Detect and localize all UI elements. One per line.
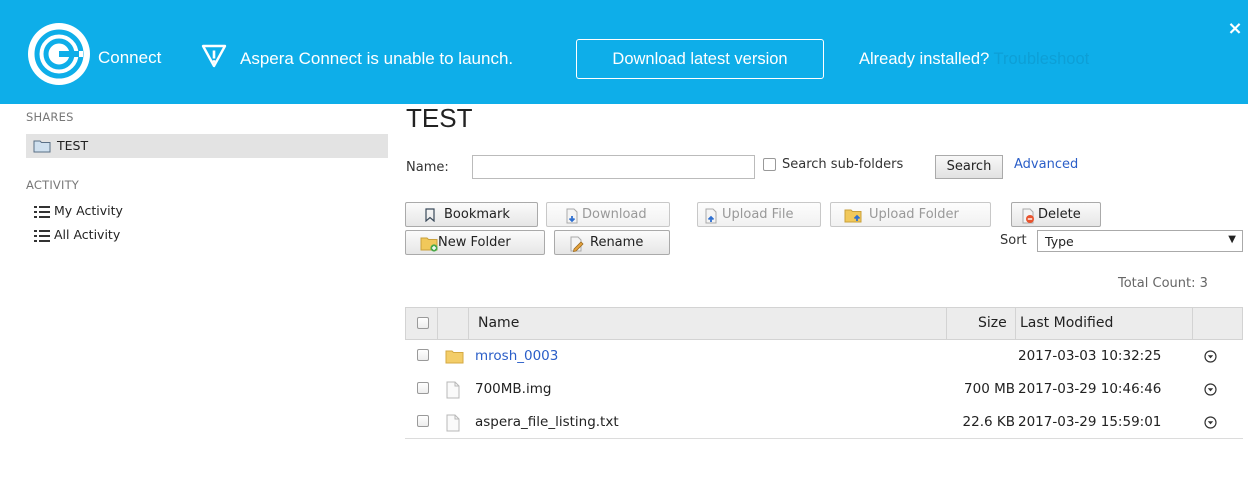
sidebar: SHARES TEST ACTIVITY My Activity All Act…: [0, 104, 390, 480]
file-name[interactable]: 700MB.img: [475, 381, 551, 397]
list-icon: [34, 230, 50, 242]
file-modified: 2017-03-29 15:59:01: [1018, 414, 1162, 430]
column-header-size[interactable]: Size: [978, 308, 1007, 339]
delete-button[interactable]: Delete: [1011, 202, 1101, 227]
bookmark-icon: [425, 208, 435, 222]
sort-value: Type: [1045, 234, 1074, 249]
row-checkbox[interactable]: [417, 382, 429, 394]
folder-icon: [33, 140, 51, 153]
download-label: Download: [582, 207, 647, 222]
activity-heading: ACTIVITY: [26, 178, 80, 192]
troubleshoot-link[interactable]: Troubleshoot: [994, 50, 1090, 68]
rename-button[interactable]: Rename: [554, 230, 670, 255]
search-button[interactable]: Search: [935, 155, 1003, 179]
total-count: Total Count: 3: [1118, 276, 1208, 291]
row-menu-icon[interactable]: [1204, 350, 1217, 363]
row-menu-icon[interactable]: [1204, 416, 1217, 429]
upload-folder-icon: [844, 209, 862, 223]
rename-label: Rename: [590, 235, 644, 250]
file-icon: [446, 414, 460, 432]
brand-name: Connect: [98, 48, 162, 67]
launch-error-message: Aspera Connect is unable to launch.: [240, 49, 514, 68]
column-divider: [1015, 308, 1016, 339]
file-modified: 2017-03-29 10:46:46: [1018, 381, 1162, 397]
column-divider: [437, 308, 438, 339]
table-row[interactable]: mrosh_0003 2017-03-03 10:32:25: [405, 340, 1243, 373]
name-search-input[interactable]: [472, 155, 755, 179]
bookmark-label: Bookmark: [444, 207, 510, 222]
column-divider: [468, 308, 469, 339]
file-icon: [446, 381, 460, 399]
close-banner-icon[interactable]: ×: [1226, 20, 1244, 38]
name-label: Name:: [406, 160, 449, 175]
file-size: 22.6 KB: [962, 414, 1015, 430]
sidebar-item-label: All Activity: [54, 227, 121, 242]
connect-banner: Connect Aspera Connect is unable to laun…: [0, 0, 1248, 104]
table-row[interactable]: 700MB.img 700 MB 2017-03-29 10:46:46: [405, 373, 1243, 406]
row-menu-icon[interactable]: [1204, 383, 1217, 396]
new-folder-label: New Folder: [438, 235, 511, 250]
rename-icon: [570, 236, 584, 252]
share-item-test[interactable]: TEST: [26, 134, 388, 158]
dropdown-arrow-icon: ▼: [1228, 234, 1236, 245]
download-latest-version-button[interactable]: Download latest version: [576, 39, 824, 79]
column-header-last-modified[interactable]: Last Modified: [1020, 308, 1113, 339]
download-button[interactable]: Download: [546, 202, 670, 227]
table-bottom-border: [405, 438, 1243, 439]
row-checkbox[interactable]: [417, 415, 429, 427]
file-modified: 2017-03-03 10:32:25: [1018, 348, 1162, 364]
new-folder-button[interactable]: New Folder: [405, 230, 545, 255]
sidebar-item-label: My Activity: [54, 203, 123, 218]
folder-icon: [445, 350, 464, 364]
upload-file-button[interactable]: Upload File: [697, 202, 821, 227]
select-all-checkbox[interactable]: [417, 317, 429, 329]
already-installed-text: Already installed? Troubleshoot: [859, 50, 1089, 69]
bookmark-button[interactable]: Bookmark: [405, 202, 538, 227]
advanced-search-link[interactable]: Advanced: [1014, 157, 1078, 172]
file-name-link[interactable]: mrosh_0003: [475, 348, 558, 364]
list-icon: [34, 206, 50, 218]
upload-file-label: Upload File: [722, 207, 794, 222]
share-item-label: TEST: [57, 138, 89, 153]
file-name[interactable]: aspera_file_listing.txt: [475, 414, 619, 430]
column-divider: [1192, 308, 1193, 339]
upload-folder-label: Upload Folder: [869, 207, 959, 222]
aspera-connect-logo-icon: [28, 23, 90, 85]
upload-folder-button[interactable]: Upload Folder: [830, 202, 991, 227]
sort-label: Sort: [1000, 233, 1027, 248]
column-header-name[interactable]: Name: [478, 308, 519, 339]
download-icon: [566, 208, 578, 224]
search-subfolders-label: Search sub-folders: [782, 157, 904, 172]
table-header: Name Size Last Modified: [405, 307, 1243, 340]
shares-heading: SHARES: [26, 110, 74, 124]
file-size: 700 MB: [964, 381, 1015, 397]
table-row[interactable]: aspera_file_listing.txt 22.6 KB 2017-03-…: [405, 406, 1243, 439]
search-subfolders-checkbox[interactable]: [763, 158, 776, 171]
delete-label: Delete: [1038, 207, 1081, 222]
column-divider: [946, 308, 947, 339]
delete-icon: [1022, 208, 1034, 224]
row-checkbox[interactable]: [417, 349, 429, 361]
upload-file-icon: [705, 208, 717, 224]
already-installed-label: Already installed?: [859, 50, 990, 68]
sort-select[interactable]: Type ▼: [1037, 230, 1243, 252]
new-folder-icon: [420, 237, 438, 252]
page-title: TEST: [406, 103, 473, 133]
warning-icon: [201, 44, 227, 68]
